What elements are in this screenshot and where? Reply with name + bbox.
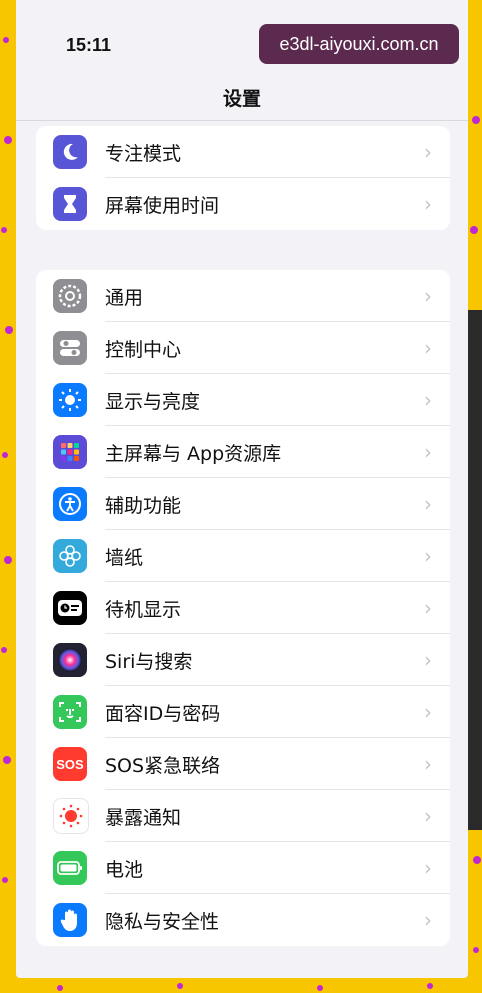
settings-row-label: 电池 [105, 858, 144, 881]
settings-row-flower[interactable]: 墙纸 › [36, 530, 450, 582]
gear-icon [53, 279, 87, 313]
sos-icon-text: SOS [56, 756, 84, 772]
battery-icon [53, 851, 87, 885]
settings-row-label: Siri与搜索 [105, 650, 193, 673]
chevron-right-icon: › [424, 140, 432, 164]
hourglass-icon [53, 187, 87, 221]
background-edge [468, 310, 482, 830]
settings-group-focus: 专注模式 › 屏幕使用时间 › [36, 126, 450, 230]
page-title: 设置 [222, 88, 261, 110]
hand-icon [53, 903, 87, 937]
accessibility-icon [53, 487, 87, 521]
settings-row-label: 待机显示 [105, 598, 182, 621]
sun-icon [53, 383, 87, 417]
nav-divider [16, 120, 468, 121]
settings-row-battery[interactable]: 电池 › [36, 842, 450, 894]
chevron-right-icon: › [424, 284, 432, 308]
watermark: e3dl-aiyouxi.com.cn [259, 24, 459, 64]
settings-row-label: 主屏幕与 App资源库 [105, 442, 282, 465]
chevron-right-icon: › [424, 804, 432, 828]
sos-icon: SOS [53, 747, 87, 781]
chevron-right-icon: › [424, 700, 432, 724]
settings-row-face-id[interactable]: 面容ID与密码 › [36, 686, 450, 738]
chevron-right-icon: › [424, 192, 432, 216]
settings-row-hand[interactable]: 隐私与安全性 › [36, 894, 450, 946]
settings-row-moon[interactable]: 专注模式 › [36, 126, 450, 178]
settings-row-sos[interactable]: SOS SOS紧急联络 › [36, 738, 450, 790]
chevron-right-icon: › [424, 908, 432, 932]
settings-row-label: 隐私与安全性 [105, 910, 220, 933]
settings-row-apps-grid[interactable]: 主屏幕与 App资源库 › [36, 426, 450, 478]
face-id-icon [53, 695, 87, 729]
settings-row-label: 通用 [105, 286, 144, 309]
settings-row-exposure[interactable]: 暴露通知 › [36, 790, 450, 842]
exposure-icon [53, 798, 89, 834]
settings-row-label: 屏幕使用时间 [105, 194, 220, 217]
settings-row-standby[interactable]: 待机显示 › [36, 582, 450, 634]
settings-row-label: 控制中心 [105, 338, 182, 361]
chevron-right-icon: › [424, 440, 432, 464]
chevron-right-icon: › [424, 856, 432, 880]
settings-row-label: 墙纸 [105, 546, 144, 569]
settings-row-toggles[interactable]: 控制中心 › [36, 322, 450, 374]
moon-icon [53, 135, 87, 169]
siri-icon [53, 643, 87, 677]
settings-row-accessibility[interactable]: 辅助功能 › [36, 478, 450, 530]
settings-row-gear[interactable]: 通用 › [36, 270, 450, 322]
chevron-right-icon: › [424, 752, 432, 776]
settings-row-sun[interactable]: 显示与亮度 › [36, 374, 450, 426]
flower-icon [53, 539, 87, 573]
settings-row-label: 暴露通知 [105, 806, 182, 829]
chevron-right-icon: › [424, 544, 432, 568]
settings-row-label: 专注模式 [105, 142, 182, 165]
settings-row-siri[interactable]: Siri与搜索 › [36, 634, 450, 686]
chevron-right-icon: › [424, 648, 432, 672]
chevron-right-icon: › [424, 336, 432, 360]
settings-row-label: SOS紧急联络 [105, 754, 221, 777]
toggles-icon [53, 331, 87, 365]
settings-row-hourglass[interactable]: 屏幕使用时间 › [36, 178, 450, 230]
status-time: 15:11 [66, 35, 112, 55]
chevron-right-icon: › [424, 596, 432, 620]
chevron-right-icon: › [424, 388, 432, 412]
apps-grid-icon [53, 435, 87, 469]
settings-row-label: 面容ID与密码 [105, 702, 221, 725]
settings-row-label: 辅助功能 [105, 494, 182, 517]
settings-row-label: 显示与亮度 [105, 390, 201, 413]
settings-screen: 15:11 设置 专注模式 › 屏幕使用时间 › 通用 › 控制中心 › 显示与亮度 › 主屏幕与… [16, 0, 468, 978]
settings-group-main: 通用 › 控制中心 › 显示与亮度 › 主屏幕与 App资源库 › 辅助功能 › 墙纸 › 待机显示 › S… [36, 270, 450, 946]
standby-icon [53, 591, 87, 625]
chevron-right-icon: › [424, 492, 432, 516]
